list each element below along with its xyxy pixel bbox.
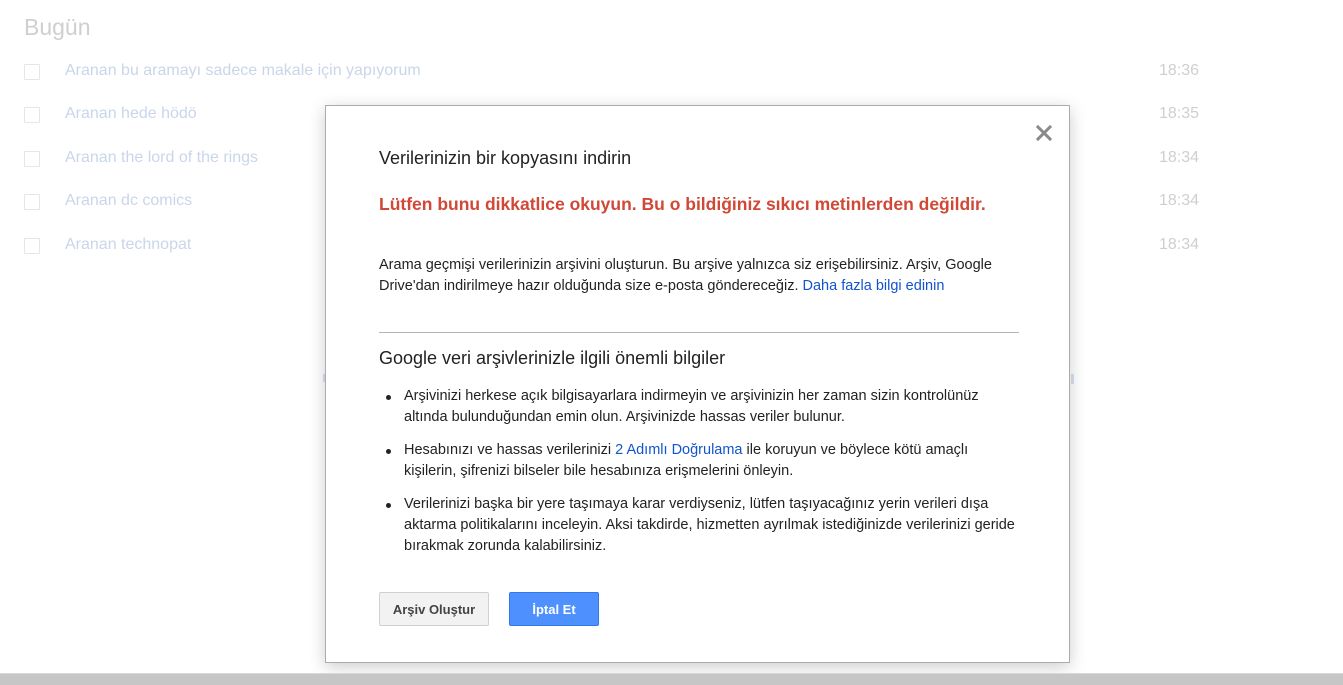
two-step-verification-link[interactable]: 2 Adımlı Doğrulama [615, 442, 742, 458]
history-row[interactable]: Aranan bu aramayı sadece makale için yap… [24, 58, 1204, 88]
bottom-scrollbar[interactable] [0, 673, 1343, 685]
row-checkbox[interactable] [24, 107, 40, 123]
bullet-text: Arşivinizi herkese açık bilgisayarlara i… [404, 388, 979, 425]
intro-paragraph: Arama geçmişi verilerinizin arşivini olu… [379, 255, 1019, 297]
row-checkbox[interactable] [24, 194, 40, 210]
download-data-dialog: Verilerinizin bir kopyasını indirin Lütf… [325, 105, 1070, 663]
list-item: Verilerinizi başka bir yere taşımaya kar… [379, 494, 1019, 557]
background-fragment [1071, 374, 1074, 384]
divider [379, 332, 1019, 333]
history-item-text[interactable]: Aranan dc comics [65, 192, 192, 210]
history-item-text[interactable]: Aranan technopat [65, 236, 191, 254]
close-button[interactable] [1032, 121, 1056, 145]
history-item-time: 18:35 [1159, 105, 1200, 122]
warning-text: Lütfen bunu dikkatlice okuyun. Bu o bild… [379, 194, 986, 214]
history-item-text[interactable]: Aranan bu aramayı sadece makale için yap… [65, 62, 421, 80]
history-item-time: 18:36 [1159, 62, 1200, 79]
row-checkbox[interactable] [24, 64, 40, 80]
list-item: Arşivinizi herkese açık bilgisayarlara i… [379, 386, 1019, 428]
dialog-title: Verilerinizin bir kopyasını indirin [379, 148, 632, 168]
history-item-text[interactable]: Aranan hede hödö [65, 105, 197, 123]
row-checkbox[interactable] [24, 238, 40, 254]
history-item-text[interactable]: Aranan the lord of the rings [65, 149, 258, 167]
learn-more-link[interactable]: Daha fazla bilgi edinin [803, 278, 945, 294]
page: Bugün Aranan bu aramayı sadece makale iç… [0, 0, 1343, 685]
close-icon[interactable] [1032, 121, 1056, 145]
info-list: Arşivinizi herkese açık bilgisayarlara i… [379, 386, 1019, 569]
bullet-text-before: Hesabınızı ve hassas verilerinizi [404, 442, 612, 458]
history-item-time: 18:34 [1159, 236, 1200, 253]
history-section-title: Bugün [24, 14, 91, 40]
section-title: Google veri arşivlerinizle ilgili önemli… [379, 348, 726, 368]
row-checkbox[interactable] [24, 151, 40, 167]
list-item: Hesabınızı ve hassas verilerinizi 2 Adım… [379, 440, 1019, 482]
create-archive-button[interactable]: Arşiv Oluştur [379, 592, 489, 626]
history-item-time: 18:34 [1159, 149, 1200, 166]
bullet-text: Verilerinizi başka bir yere taşımaya kar… [404, 496, 1015, 554]
history-item-time: 18:34 [1159, 192, 1200, 209]
cancel-button[interactable]: İptal Et [509, 592, 599, 626]
